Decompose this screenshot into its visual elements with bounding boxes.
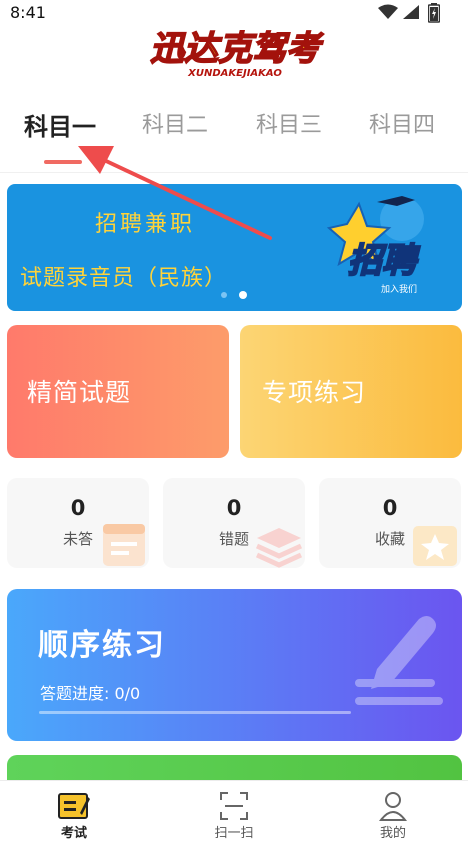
- wrong-questions-label: 错题: [218, 530, 249, 548]
- banner-subline: 试题录音员（民族）: [20, 266, 228, 291]
- nav-scan-label[interactable]: 扫一扫: [194, 822, 274, 841]
- status-time: 8:41: [10, 3, 46, 22]
- favorites-label: 收藏: [374, 530, 405, 548]
- svg-text:迅达克驾考: 迅达克驾考: [150, 29, 324, 69]
- logo-graphic: 迅达克驾考 XUNDAKEJIAKAO: [149, 28, 325, 79]
- carousel-dot: [221, 292, 227, 298]
- signal-icon: [403, 5, 419, 19]
- unanswered-label: 未答: [62, 530, 93, 548]
- svg-text:XUNDAKEJIAKAO: XUNDAKEJIAKAO: [187, 68, 282, 79]
- recruit-badge-icon: 招聘 加入我们: [326, 196, 424, 295]
- exam-icon[interactable]: [58, 791, 90, 821]
- wrong-questions-count: 0: [226, 496, 242, 520]
- profile-icon[interactable]: [378, 790, 408, 822]
- special-practice-label: 专项练习: [262, 378, 367, 407]
- unanswered-count: 0: [70, 496, 86, 520]
- tab-kemu-4[interactable]: 科目四: [369, 107, 435, 139]
- status-bar: 8:41: [0, 0, 468, 26]
- wifi-icon: [378, 4, 398, 19]
- carousel-dot-active: [239, 291, 247, 299]
- svg-text:招聘: 招聘: [348, 241, 421, 281]
- simplified-questions-card[interactable]: 精简试题: [7, 325, 229, 458]
- tab-kemu-2[interactable]: 科目二: [142, 107, 208, 139]
- sequential-practice-card[interactable]: [7, 589, 462, 741]
- favorites-stat[interactable]: 0 收藏: [319, 478, 461, 568]
- progress-track: [39, 711, 351, 714]
- special-practice-card[interactable]: 专项练习: [240, 325, 462, 458]
- battery-icon: [428, 3, 440, 23]
- simplified-questions-label: 精简试题: [27, 378, 132, 407]
- nav-profile-label[interactable]: 我的: [353, 822, 433, 841]
- unanswered-stat[interactable]: 0 未答: [7, 478, 149, 568]
- pencil-icon: [355, 616, 443, 705]
- app-logo: 迅达克驾考 XUNDAKEJIAKAO: [130, 26, 340, 82]
- favorites-count: 0: [382, 496, 398, 520]
- hint-arrow-icon: [78, 146, 272, 240]
- svg-text:加入我们: 加入我们: [381, 283, 417, 295]
- scan-icon[interactable]: [219, 791, 249, 821]
- wrong-questions-stat[interactable]: 0 错题: [163, 478, 305, 568]
- answer-progress-text: 答题进度: 0/0: [40, 684, 141, 703]
- nav-exam-label[interactable]: 考试: [34, 822, 114, 841]
- sequential-practice-title: 顺序练习: [38, 628, 166, 663]
- tab-kemu-1[interactable]: 科目一: [24, 107, 96, 142]
- tab-kemu-3[interactable]: 科目三: [256, 107, 322, 139]
